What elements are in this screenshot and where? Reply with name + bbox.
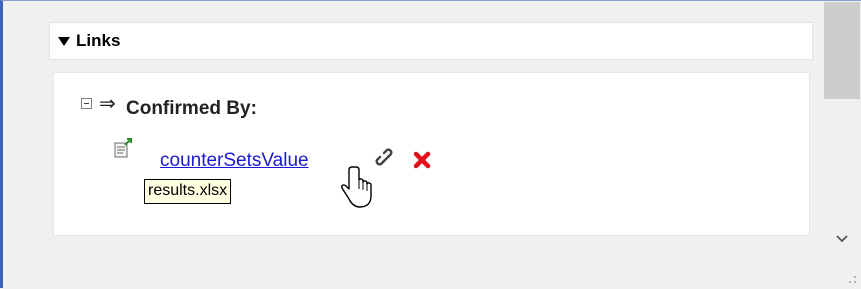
minus-box-icon[interactable] <box>81 98 92 109</box>
links-content: ⇒ Confirmed By: counterSetsValue results… <box>53 72 810 236</box>
links-panel: Links ⇒ Confirmed By: counterSetsValue r… <box>0 0 861 289</box>
red-x-icon[interactable] <box>411 149 433 171</box>
right-double-arrow-icon: ⇒ <box>99 93 116 115</box>
links-section-header[interactable]: Links <box>49 22 813 60</box>
chevron-down-icon[interactable] <box>834 232 850 246</box>
document-link-icon <box>114 138 132 158</box>
link-tooltip: results.xlsx <box>144 179 232 204</box>
counter-sets-value-link[interactable]: counterSetsValue <box>160 149 309 173</box>
resize-grip-icon[interactable] <box>841 271 859 287</box>
links-section-title: Links <box>76 31 121 50</box>
chain-link-icon[interactable] <box>374 147 398 171</box>
confirmed-by-label: Confirmed By: <box>126 98 257 119</box>
scrollbar-thumb[interactable] <box>824 2 860 99</box>
vertical-scrollbar[interactable] <box>823 2 861 289</box>
triangle-down-icon[interactable] <box>58 36 70 46</box>
hand-pointer-icon <box>341 166 372 208</box>
